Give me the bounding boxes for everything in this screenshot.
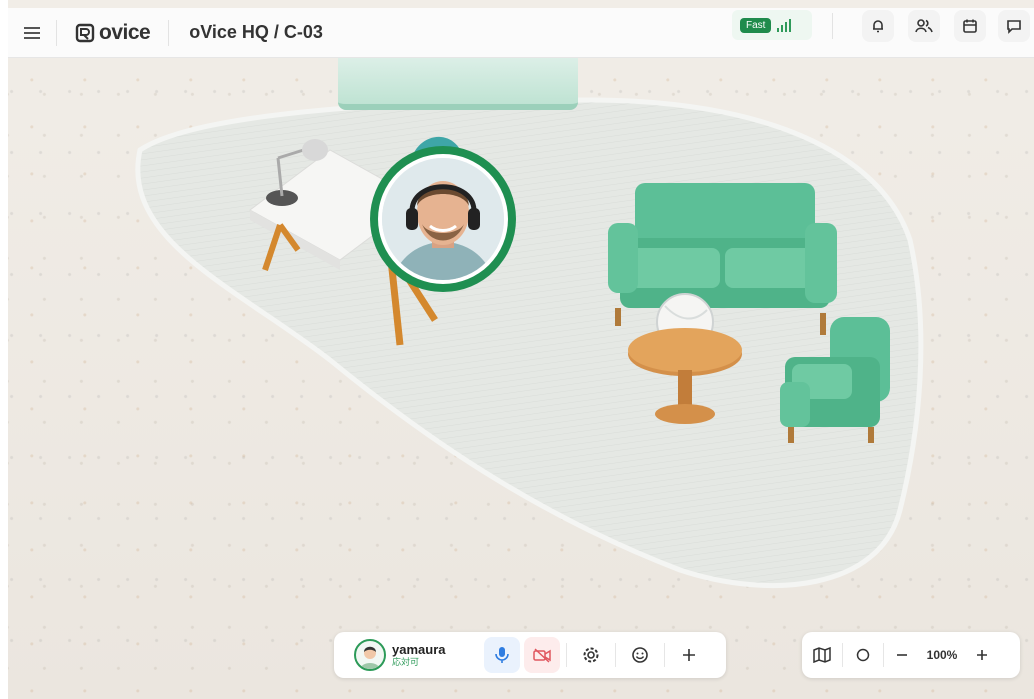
signal-strength-icon bbox=[777, 18, 792, 32]
ovice-logo-mark-icon bbox=[75, 23, 95, 42]
zoom-out-icon bbox=[897, 654, 907, 656]
user-control-bar: yamaura 応対可 bbox=[334, 632, 726, 678]
user-status: 応対可 bbox=[392, 657, 420, 667]
participant-face bbox=[382, 158, 504, 280]
locate-button[interactable] bbox=[843, 637, 883, 673]
add-button[interactable] bbox=[671, 637, 707, 673]
room-breadcrumb[interactable]: oVice HQ / C-03 bbox=[169, 22, 323, 43]
round-table-with-globe bbox=[628, 293, 742, 424]
menu-icon[interactable] bbox=[8, 8, 56, 58]
people-icon[interactable] bbox=[908, 10, 940, 42]
divider bbox=[664, 643, 665, 667]
plus-icon bbox=[683, 649, 695, 661]
connection-status[interactable]: Fast bbox=[732, 10, 812, 40]
camera-off-icon bbox=[533, 648, 551, 663]
map-zoom-bar: 100% bbox=[802, 632, 1020, 678]
chat-icon[interactable] bbox=[998, 10, 1030, 42]
zoom-in-button[interactable] bbox=[964, 637, 1000, 673]
map-button[interactable] bbox=[802, 637, 842, 673]
participant-avatar-video[interactable] bbox=[370, 146, 516, 292]
bell-icon[interactable] bbox=[862, 10, 894, 42]
green-armchair bbox=[780, 317, 890, 443]
zoom-out-button[interactable] bbox=[884, 637, 920, 673]
divider bbox=[832, 13, 833, 39]
emoji-icon bbox=[632, 647, 648, 663]
user-avatar bbox=[354, 639, 386, 671]
locate-icon bbox=[856, 648, 870, 662]
brand-name: ovice bbox=[99, 20, 151, 44]
microphone-button[interactable] bbox=[484, 637, 520, 673]
map-icon bbox=[813, 647, 831, 663]
settings-icon bbox=[583, 647, 599, 663]
zoom-in-icon bbox=[977, 650, 987, 660]
zoom-level: 100% bbox=[926, 648, 958, 662]
current-user[interactable]: yamaura 応対可 bbox=[334, 639, 484, 671]
connection-quality-badge: Fast bbox=[740, 17, 772, 33]
camera-button[interactable] bbox=[524, 637, 560, 673]
settings-button[interactable] bbox=[573, 637, 609, 673]
left-edge bbox=[0, 0, 8, 699]
ovice-logo[interactable]: ovice bbox=[57, 8, 168, 58]
user-name: yamaura bbox=[392, 642, 446, 657]
wall-segment bbox=[338, 58, 578, 110]
reaction-button[interactable] bbox=[622, 637, 658, 673]
calendar-icon[interactable] bbox=[954, 10, 986, 42]
microphone-icon bbox=[495, 647, 509, 663]
divider bbox=[566, 643, 567, 667]
divider bbox=[615, 643, 616, 667]
